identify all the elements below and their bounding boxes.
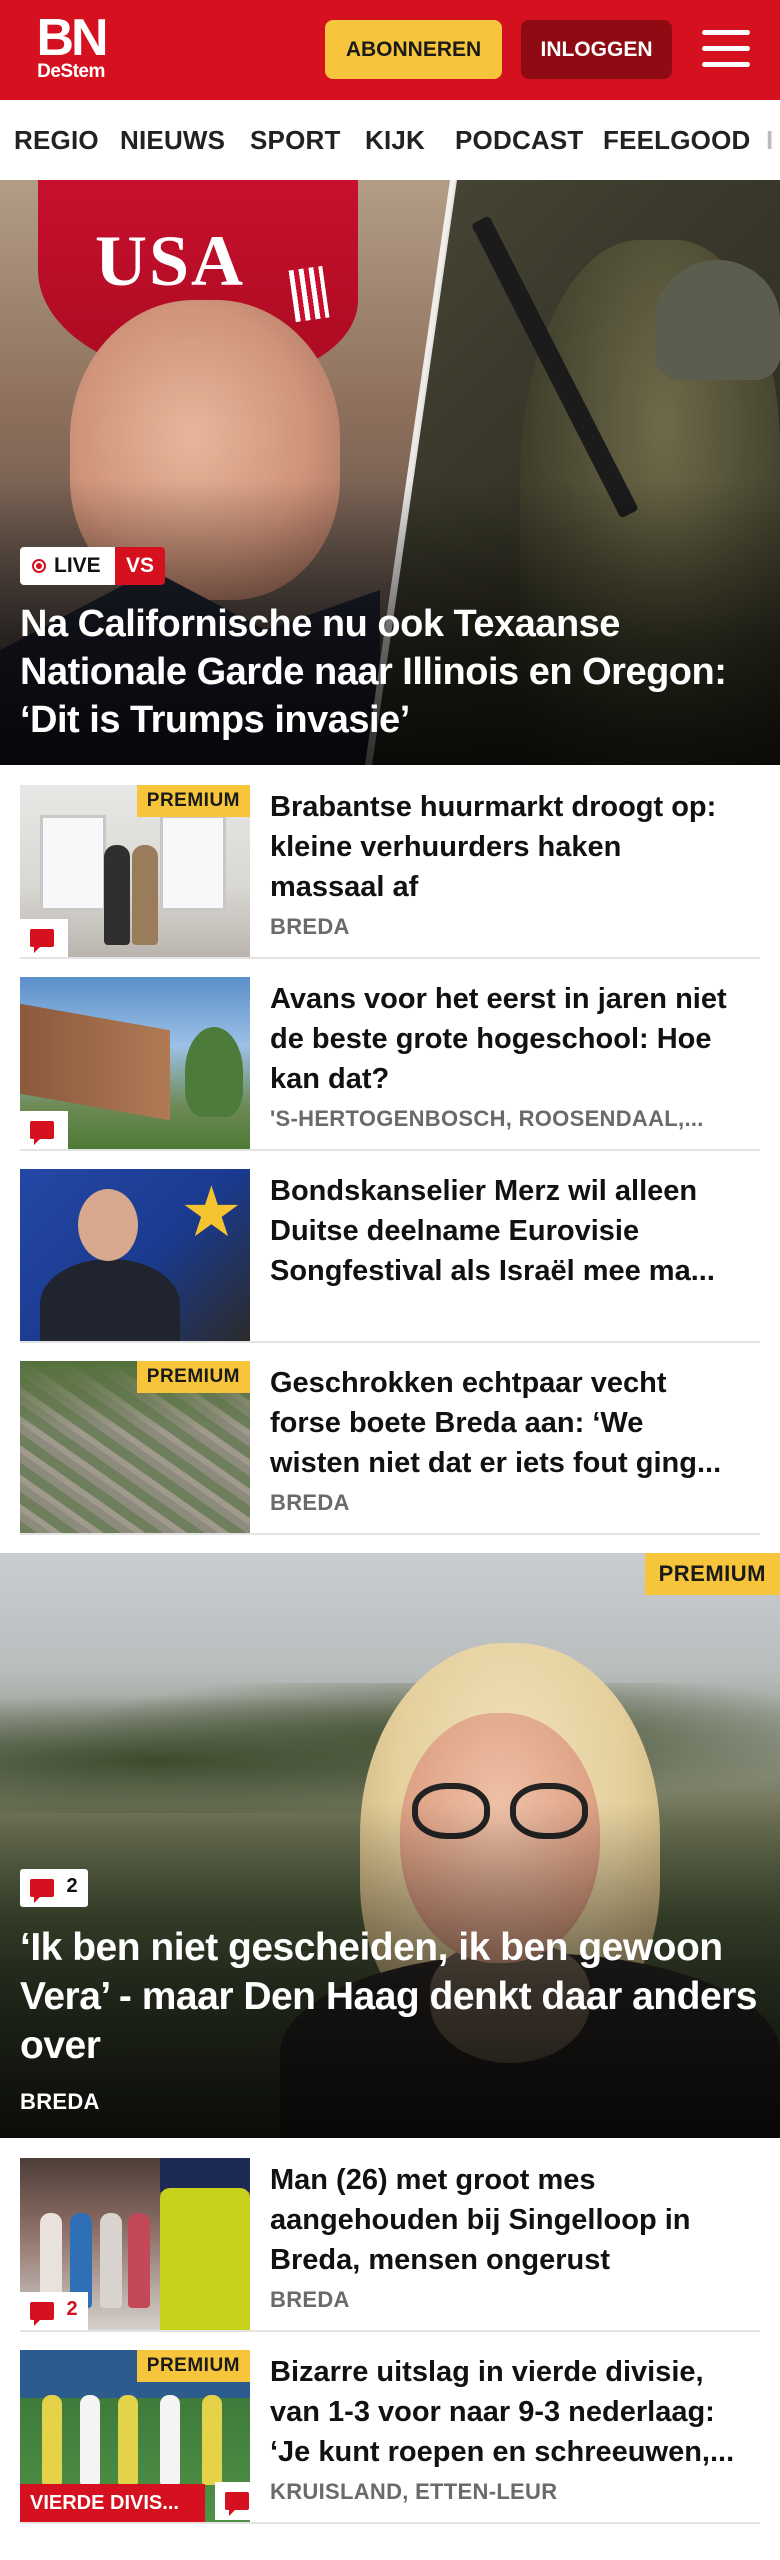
article-thumbnail: PREMIUM [20, 1361, 250, 1533]
article-title[interactable]: Avans voor het eerst in jaren niet de be… [270, 979, 740, 1099]
article-location: BREDA [270, 1490, 350, 1515]
comment-bubble-icon [30, 2302, 54, 2326]
comment-bubble-icon [225, 2492, 249, 2516]
article-thumbnail: PREMIUM [20, 785, 250, 957]
article-title[interactable]: Bizarre uitslag in vierde divisie, van 1… [270, 2352, 740, 2472]
nav-item-regio[interactable]: REGIO [14, 100, 99, 180]
section-nav: REGIO NIEUWS SPORT KIJK PODCAST FEELGOOD… [0, 100, 780, 180]
article-title[interactable]: Geschrokken echtpaar vecht forse boete B… [270, 1363, 740, 1483]
premium-badge: PREMIUM [644, 1553, 780, 1595]
comment-bubble-icon [30, 1121, 54, 1145]
comment-bubble-icon [30, 929, 54, 953]
article-title[interactable]: Man (26) met groot mes aangehouden bij S… [270, 2160, 740, 2280]
flag-patch [288, 265, 330, 323]
article-title[interactable]: Brabantse huurmarkt droogt op: kleine ve… [270, 787, 740, 907]
comment-chip[interactable]: 2 [20, 1869, 88, 1907]
feature-article[interactable]: PREMIUM 2 ‘Ik ben niet gescheiden, ik be… [0, 1553, 780, 2138]
nav-item-kijk[interactable]: KIJK [365, 100, 425, 180]
comment-count: 2 [66, 2298, 78, 2320]
list-item[interactable]: PREMIUM VIERDE DIVIS... Bizarre uitslag … [0, 2330, 780, 2524]
bn-destem-logo[interactable]: BN DeStem [28, 9, 114, 86]
logo-sub-text: DeStem [37, 61, 105, 82]
nav-item-nieuws[interactable]: NIEUWS [120, 100, 225, 180]
nav-item-overflow[interactable]: I [766, 100, 773, 180]
hero-title[interactable]: Na Californische nu ook Texaanse Nationa… [20, 600, 760, 744]
comment-count: 2 [66, 1875, 78, 1897]
nav-item-podcast[interactable]: PODCAST [455, 100, 584, 180]
comment-chip[interactable]: 2 [20, 2292, 88, 2330]
nav-item-sport[interactable]: SPORT [250, 100, 341, 180]
list-item[interactable]: Avans voor het eerst in jaren niet de be… [0, 957, 780, 1151]
divider [20, 2522, 760, 2524]
logo-main-text: BN [36, 9, 108, 67]
list-item[interactable]: ★ Bondskanselier Merz wil alleen Duitse … [0, 1149, 780, 1343]
premium-badge: PREMIUM [136, 2350, 250, 2382]
article-location: 'S-HERTOGENBOSCH, ROOSENDAAL,... [270, 1106, 704, 1131]
nav-item-feelgood[interactable]: FEELGOOD [603, 100, 751, 180]
article-location: BREDA [270, 914, 350, 939]
premium-badge: PREMIUM [136, 785, 250, 817]
feature-location: BREDA [20, 2089, 100, 2114]
top-bar: BN DeStem ABONNEREN INLOGGEN [0, 0, 780, 100]
country-tag: VS [115, 547, 165, 585]
article-thumbnail: ★ [20, 1169, 250, 1341]
comment-chip[interactable] [215, 2482, 250, 2520]
list-item[interactable]: 2 Man (26) met groot mes aangehouden bij… [0, 2138, 780, 2332]
live-dot-icon [32, 559, 46, 573]
feature-title[interactable]: ‘Ik ben niet gescheiden, ik ben gewoon V… [20, 1923, 765, 2070]
list-item[interactable]: PREMIUM Geschrokken echtpaar vecht forse… [0, 1341, 780, 1535]
login-button[interactable]: INLOGGEN [521, 20, 672, 79]
divider [20, 1533, 760, 1535]
list-item[interactable]: PREMIUM Brabantse huurmarkt droogt op: k… [0, 765, 780, 959]
premium-badge: PREMIUM [136, 1361, 250, 1393]
article-location: BREDA [270, 2287, 350, 2312]
hero-article[interactable]: USA LIVE VS Na Californische nu ook Texa… [0, 180, 780, 765]
article-title[interactable]: Bondskanselier Merz wil alleen Duitse de… [270, 1171, 740, 1291]
subscribe-button[interactable]: ABONNEREN [325, 20, 502, 79]
soldier-helmet [655, 260, 780, 380]
cap-text: USA [95, 221, 246, 301]
article-thumbnail: 2 [20, 2158, 250, 2330]
comment-chip[interactable] [20, 919, 68, 957]
article-thumbnail [20, 977, 250, 1149]
article-thumbnail: PREMIUM VIERDE DIVIS... [20, 2350, 250, 2522]
hamburger-menu-icon[interactable] [700, 26, 752, 72]
live-badge: LIVE [20, 547, 115, 585]
category-tag[interactable]: VIERDE DIVIS... [20, 2484, 205, 2522]
live-label: LIVE [54, 554, 101, 577]
article-location: KRUISLAND, ETTEN-LEUR [270, 2479, 558, 2504]
comment-chip[interactable] [20, 1111, 68, 1149]
comment-bubble-icon [30, 1879, 54, 1903]
